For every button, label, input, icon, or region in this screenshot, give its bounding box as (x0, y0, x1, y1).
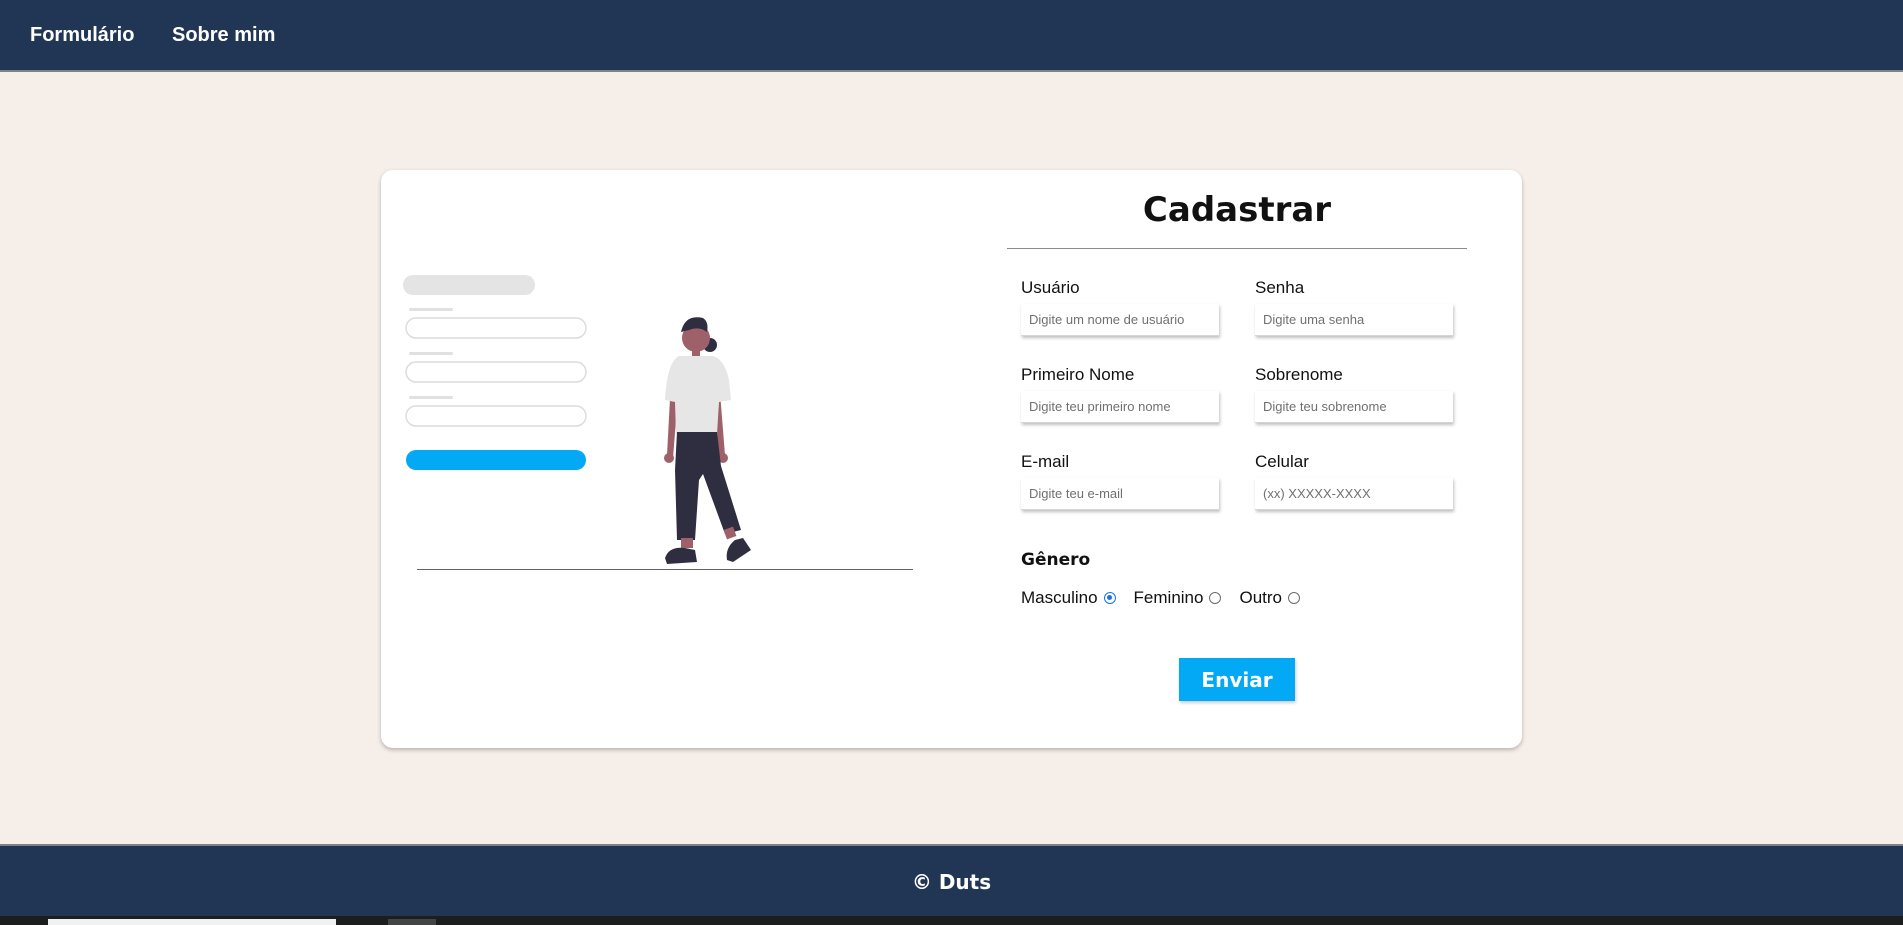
gender-feminino-radio[interactable] (1209, 592, 1222, 604)
celular-label: Celular (1255, 452, 1309, 471)
field-celular: Celular (1255, 452, 1455, 510)
sobrenome-label: Sobrenome (1255, 365, 1343, 384)
field-sobrenome: Sobrenome (1255, 365, 1455, 423)
email-label: E-mail (1021, 452, 1070, 471)
nav-link-sobre-mim[interactable]: Sobre mim (172, 24, 275, 47)
senha-label: Senha (1255, 278, 1305, 297)
taskbar-thumbnail (48, 919, 336, 925)
bottom-taskbar-strip (0, 916, 1903, 925)
usuario-label: Usuário (1021, 278, 1080, 297)
gender-option-masculino[interactable]: Masculino (1021, 588, 1116, 608)
person-with-form-illustration (403, 275, 917, 571)
footer-copyright: © Duts (911, 870, 992, 894)
signup-form: Cadastrar Usuário Senha Primeiro Nome So… (1007, 170, 1467, 748)
page-footer: © Duts (0, 844, 1903, 916)
field-email: E-mail (1021, 452, 1221, 510)
sobrenome-input[interactable] (1255, 391, 1453, 423)
submit-button[interactable]: Enviar (1179, 658, 1295, 701)
nav-link-formulario[interactable]: Formulário (30, 24, 134, 47)
gender-outro-radio[interactable] (1288, 592, 1300, 604)
signup-card: Cadastrar Usuário Senha Primeiro Nome So… (381, 170, 1522, 748)
form-title: Cadastrar (1142, 190, 1332, 230)
field-primeiro-nome: Primeiro Nome (1021, 365, 1221, 423)
gender-masculino-label: Masculino (1021, 588, 1098, 607)
gender-option-feminino[interactable]: Feminino (1134, 588, 1222, 608)
top-navbar: Formulário Sobre mim (0, 0, 1903, 72)
usuario-input[interactable] (1021, 304, 1219, 336)
gender-option-outro[interactable]: Outro (1239, 588, 1300, 608)
field-senha: Senha (1255, 278, 1455, 336)
gender-masculino-radio[interactable] (1103, 592, 1116, 604)
signup-illustration (403, 270, 917, 571)
field-usuario: Usuário (1021, 278, 1221, 336)
gender-title: Gênero (1021, 550, 1091, 570)
primeiro-nome-input[interactable] (1021, 391, 1219, 423)
primeiro-nome-label: Primeiro Nome (1021, 365, 1135, 384)
taskbar-thumbnail (388, 919, 436, 925)
gender-options: Masculino Feminino Outro (1021, 588, 1318, 608)
gender-outro-label: Outro (1239, 588, 1282, 607)
title-divider (1007, 248, 1467, 249)
gender-feminino-label: Feminino (1133, 588, 1204, 607)
celular-input[interactable] (1255, 478, 1453, 510)
email-input[interactable] (1021, 478, 1219, 510)
senha-input[interactable] (1255, 304, 1453, 336)
